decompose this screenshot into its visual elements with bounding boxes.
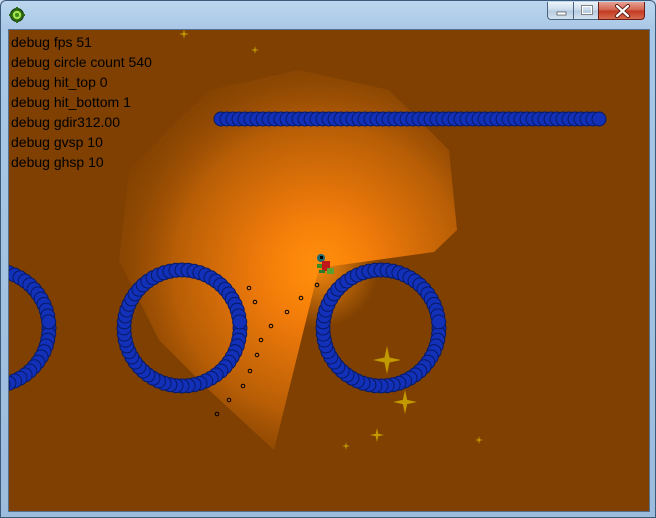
circle-block [431, 314, 447, 330]
title-bar[interactable] [1, 1, 655, 29]
maximize-icon [581, 5, 593, 15]
debug-line: debug hit_bottom 1 [11, 94, 131, 110]
close-icon [615, 4, 630, 18]
debug-line: debug fps 51 [11, 34, 92, 50]
game-window: debug fps 51 debug circle count 540 debu… [0, 0, 656, 518]
gear-icon [9, 7, 25, 23]
debug-line: debug gdir312.00 [11, 114, 120, 130]
game-canvas[interactable]: debug fps 51 debug circle count 540 debu… [8, 29, 650, 512]
maximize-button[interactable] [573, 2, 599, 20]
debug-line: debug gvsp 10 [11, 134, 103, 150]
close-button[interactable] [598, 2, 645, 20]
circle-block [591, 111, 607, 127]
debug-line: debug ghsp 10 [11, 154, 104, 170]
circle-block [41, 314, 57, 330]
debug-overlay: debug fps 51 debug circle count 540 debu… [11, 32, 152, 172]
debug-line: debug hit_top 0 [11, 74, 108, 90]
debug-line: debug circle count 540 [11, 54, 152, 70]
minimize-button[interactable] [547, 2, 574, 20]
minimize-icon [556, 11, 567, 16]
circle-block [232, 314, 248, 330]
caption-buttons [547, 2, 651, 22]
